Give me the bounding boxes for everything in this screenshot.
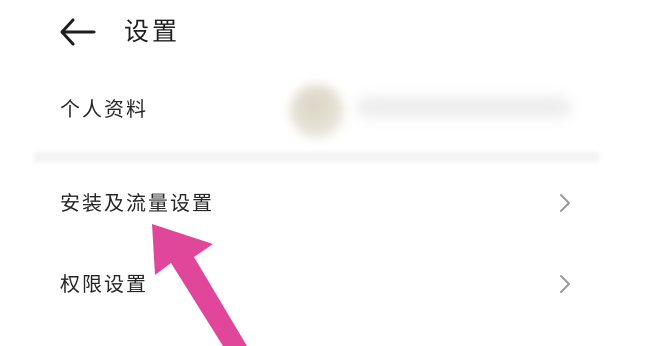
menu-item-install-traffic-settings[interactable]: 安装及流量设置 <box>0 162 645 244</box>
menu-item-permission-settings[interactable]: 权限设置 <box>0 244 645 326</box>
back-button[interactable] <box>56 14 98 50</box>
blurred-profile-name <box>356 96 571 118</box>
top-bar: 设置 <box>0 0 645 66</box>
menu-item-label: 权限设置 <box>60 272 148 296</box>
chevron-right-icon <box>558 193 572 213</box>
profile-label: 个人资料 <box>60 97 148 121</box>
page-title: 设置 <box>124 17 181 46</box>
chevron-right-icon <box>558 274 572 294</box>
menu-item-label: 安装及流量设置 <box>60 191 214 215</box>
avatar[interactable] <box>290 84 344 138</box>
section-divider <box>34 152 599 162</box>
arrow-left-icon <box>60 18 96 46</box>
